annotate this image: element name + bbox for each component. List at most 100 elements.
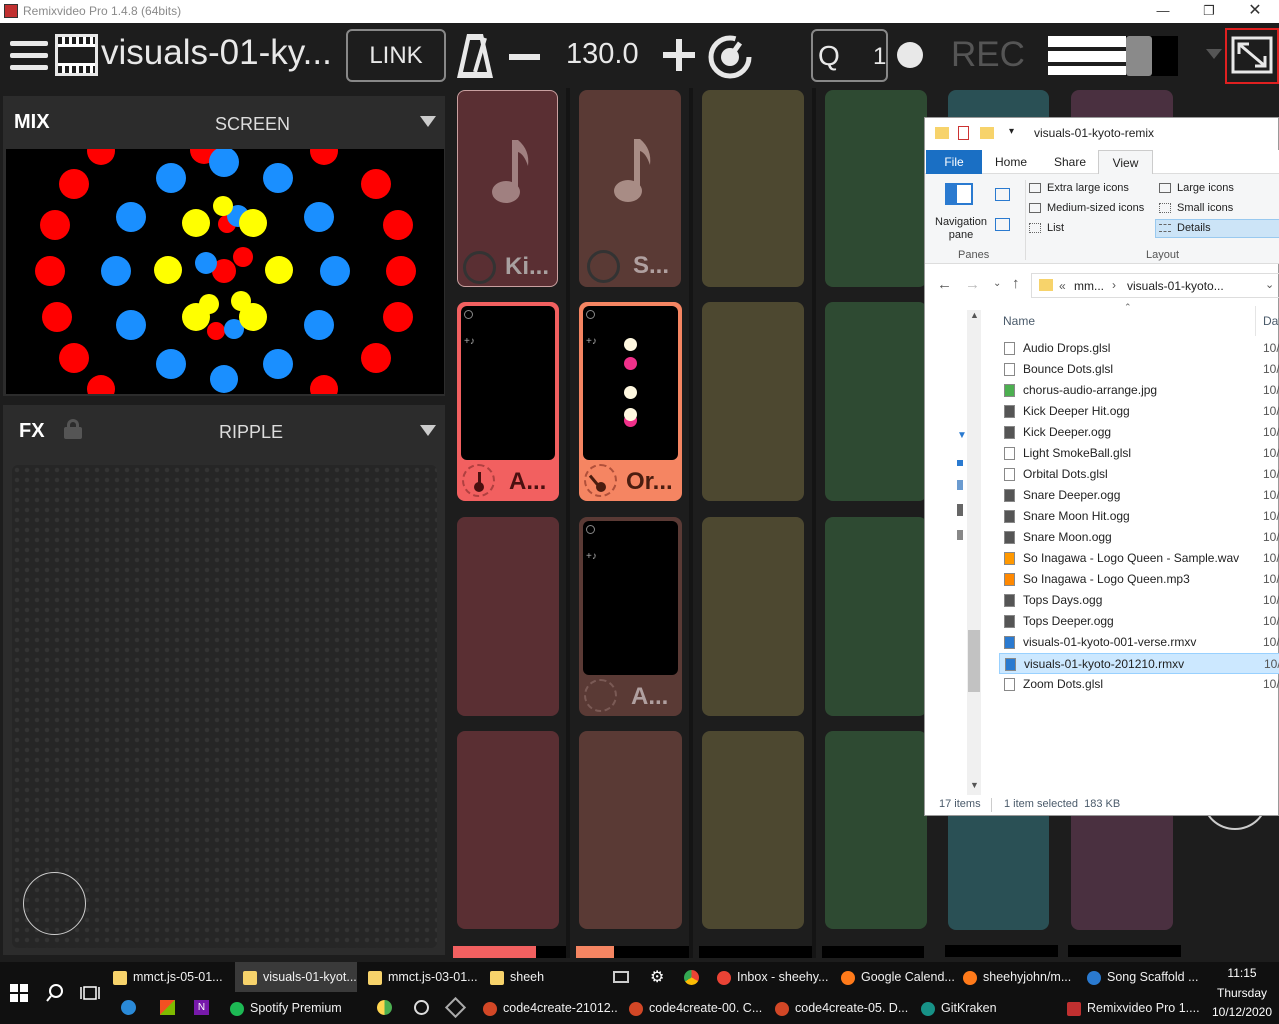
file-row[interactable]: visuals-01-kyoto-001-verse.rmxv 10/	[925, 632, 1279, 653]
details-pane-icon[interactable]	[995, 218, 1010, 231]
file-row[interactable]: Kick Deeper.ogg 10/	[925, 422, 1279, 443]
fx-xy-handle[interactable]	[23, 872, 86, 935]
clip-pad-orbital-dots[interactable]: +♪ Or...	[579, 302, 682, 501]
quick-access-dropdown-icon[interactable]: ▾	[1009, 126, 1014, 137]
film-icon[interactable]	[55, 34, 98, 76]
taskbar-item-gitkraken[interactable]: GitKraken	[916, 993, 1056, 1023]
crossfader[interactable]	[1048, 36, 1178, 76]
forward-arrow-icon[interactable]: →	[965, 276, 980, 293]
layout-medium-icons[interactable]: Medium-sized icons	[1029, 202, 1144, 214]
breadcrumb-overflow[interactable]: «	[1059, 279, 1066, 293]
file-row[interactable]: Orbital Dots.glsl 10/	[925, 464, 1279, 485]
link-button[interactable]: LINK	[346, 29, 446, 82]
fx-xy-pad[interactable]	[12, 465, 437, 948]
taskbar-item-inbox[interactable]: Inbox - sheehy...	[712, 962, 830, 992]
up-arrow-icon[interactable]: ↑	[1012, 275, 1020, 292]
layout-extra-large-icons[interactable]: Extra large icons	[1029, 182, 1129, 194]
clip-pad-a[interactable]: +♪ A...	[579, 517, 682, 716]
clock-time[interactable]: 11:15	[1205, 966, 1279, 980]
app-icon[interactable]	[377, 1000, 392, 1015]
file-row[interactable]: So Inagawa - Logo Queen - Sample.wav 10/	[925, 548, 1279, 569]
quantize-box[interactable]: Q 1	[811, 29, 888, 82]
fx-dropdown-chevron-icon[interactable]	[420, 425, 436, 436]
clip-pad-empty[interactable]	[457, 517, 559, 716]
chrome-icon[interactable]	[684, 970, 699, 985]
column-header-date[interactable]: Dat	[1263, 314, 1279, 328]
bpm-decrease-button[interactable]	[509, 54, 540, 60]
windows-start-icon[interactable]	[10, 984, 28, 1002]
taskbar-item-spotify[interactable]: Spotify Premium	[225, 993, 355, 1023]
new-folder-icon[interactable]	[980, 127, 994, 139]
address-dropdown-icon[interactable]: ⌄	[1265, 278, 1274, 291]
rec-button[interactable]: REC	[951, 35, 1025, 75]
taskbar-item-explorer-3[interactable]: mmct.js-03-01...	[360, 962, 478, 992]
clip-pad-empty[interactable]	[702, 302, 804, 501]
file-row[interactable]: chorus-audio-arrange.jpg 10/	[925, 380, 1279, 401]
breadcrumb-current[interactable]: visuals-01-kyoto...	[1127, 279, 1224, 293]
clip-pad-empty[interactable]	[702, 517, 804, 716]
bpm-value[interactable]: 130.0	[566, 38, 639, 71]
layout-large-icons[interactable]: Large icons	[1159, 182, 1234, 194]
taskbar-item-github[interactable]: sheehyjohn/m...	[958, 962, 1076, 992]
hamburger-menu-icon[interactable]	[10, 41, 48, 71]
clock-date[interactable]: 10/12/2020	[1205, 1005, 1279, 1019]
file-row[interactable]: Zoom Dots.glsl 10/	[925, 674, 1279, 695]
breadcrumb-mm[interactable]: mm...	[1074, 279, 1104, 293]
layout-list[interactable]: List	[1029, 222, 1064, 234]
clip-pad-kick[interactable]: Ki...	[457, 90, 558, 287]
taskbar-item-calendar[interactable]: Google Calend...	[836, 962, 954, 992]
taskbar-item-explorer-active[interactable]: visuals-01-kyot...	[235, 962, 357, 992]
fx-effect-label[interactable]: RIPPLE	[219, 422, 283, 443]
clip-pad-empty[interactable]	[825, 731, 927, 929]
clip-pad-empty[interactable]	[825, 90, 927, 287]
taskbar-item-remixvideo[interactable]: Remixvideo Pro 1....	[1062, 993, 1202, 1023]
taskbar-item-powerpoint-3[interactable]: code4create-05. D...	[770, 993, 910, 1023]
crossfader-handle[interactable]	[1126, 36, 1152, 76]
restore-button[interactable]: ❐	[1186, 0, 1232, 23]
layout-small-icons[interactable]: Small icons	[1159, 202, 1233, 214]
file-row[interactable]: Tops Deeper.ogg 10/	[925, 611, 1279, 632]
onenote-icon[interactable]: N	[194, 1000, 209, 1015]
taskbar-item-song-scaffold[interactable]: Song Scaffold ...	[1082, 962, 1200, 992]
file-row[interactable]: Tops Days.ogg 10/	[925, 590, 1279, 611]
address-bar[interactable]: « mm... › visuals-01-kyoto... ⌄	[1031, 273, 1279, 298]
fullscreen-button[interactable]	[1225, 28, 1279, 84]
edge-icon[interactable]	[121, 1000, 136, 1015]
clip-pad-empty[interactable]	[702, 731, 804, 929]
close-button[interactable]: ✕	[1232, 0, 1278, 23]
file-row[interactable]: Snare Moon.ogg 10/	[925, 527, 1279, 548]
screen-output-label[interactable]: SCREEN	[215, 114, 290, 135]
recent-locations-chevron-icon[interactable]: ⌄	[993, 278, 1001, 289]
task-view-icon[interactable]	[80, 984, 100, 1002]
tab-file[interactable]: File	[926, 150, 982, 174]
clip-pad-audio-drops[interactable]: +♪ A...	[457, 302, 559, 501]
project-name[interactable]: visuals-01-ky...	[101, 33, 332, 73]
paint-icon[interactable]	[160, 1000, 175, 1015]
back-arrow-icon[interactable]: ←	[937, 276, 952, 293]
app-icon[interactable]	[444, 996, 467, 1019]
clip-speed-dial[interactable]	[584, 464, 617, 497]
chevron-down-icon[interactable]	[1206, 49, 1222, 59]
clip-pad-snare[interactable]: S...	[579, 90, 681, 287]
mix-preview-screen[interactable]	[6, 149, 444, 394]
clip-speed-dial[interactable]	[462, 464, 495, 497]
clip-pad-empty[interactable]	[825, 302, 927, 501]
layout-details[interactable]: Details	[1155, 219, 1279, 238]
taskbar-item-explorer-4[interactable]: sheeh	[484, 962, 604, 992]
clock-day[interactable]: Thursday	[1205, 986, 1279, 1000]
file-row[interactable]: Kick Deeper Hit.ogg 10/	[925, 401, 1279, 422]
app-icon[interactable]	[414, 1000, 429, 1015]
column-header-name[interactable]: Name	[1003, 314, 1035, 328]
clip-speed-dial[interactable]	[584, 679, 617, 712]
tab-view[interactable]: View	[1098, 150, 1153, 175]
tab-home[interactable]: Home	[995, 155, 1027, 169]
output-dropdown-chevron-icon[interactable]	[420, 116, 436, 127]
file-row[interactable]: Bounce Dots.glsl 10/	[925, 359, 1279, 380]
clip-pad-empty[interactable]	[702, 90, 804, 287]
file-row[interactable]: visuals-01-kyoto-201210.rmxv 10/	[999, 653, 1279, 674]
lock-icon[interactable]	[64, 419, 82, 439]
file-row[interactable]: Snare Deeper.ogg 10/	[925, 485, 1279, 506]
taskbar-item-powerpoint-2[interactable]: code4create-00. C...	[624, 993, 764, 1023]
search-icon[interactable]	[46, 984, 64, 1002]
file-row[interactable]: Snare Moon Hit.ogg 10/	[925, 506, 1279, 527]
